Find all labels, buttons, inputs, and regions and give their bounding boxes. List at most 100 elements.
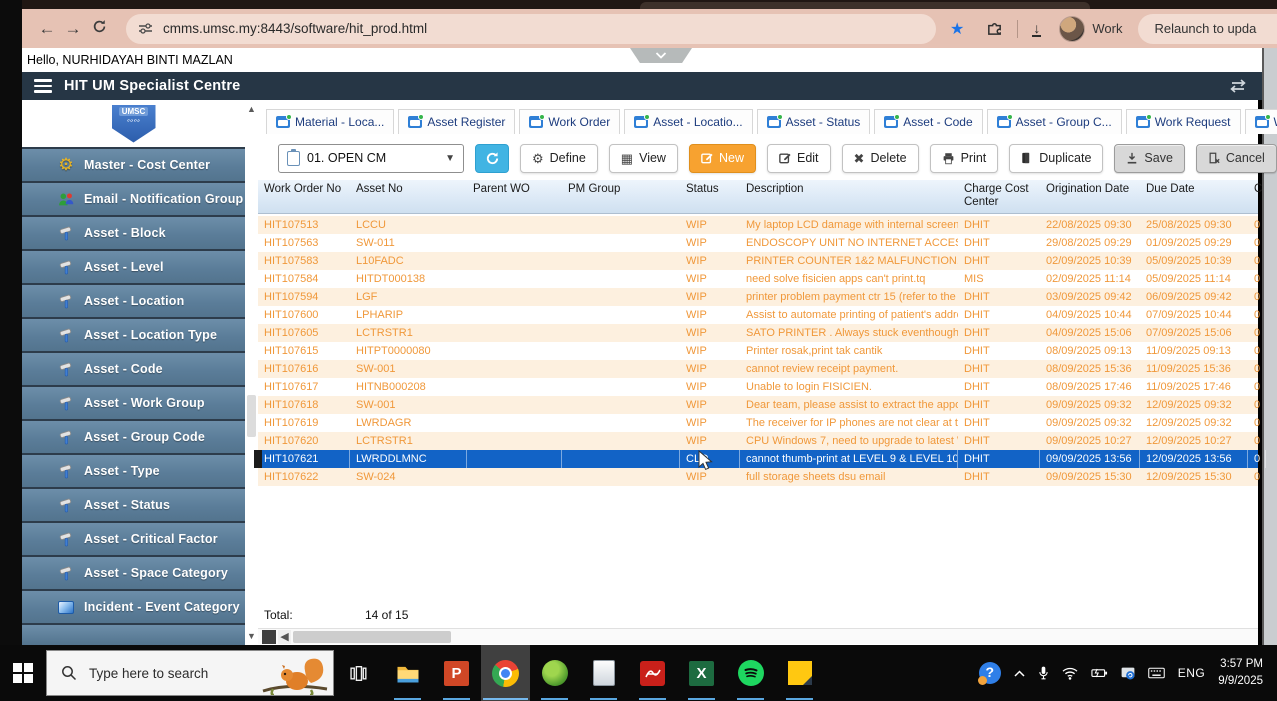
swap-arrows-icon[interactable]: [1228, 79, 1248, 93]
table-row-HIT107619[interactable]: HIT107619LWRDAGRWIPThe receiver for IP p…: [258, 414, 1258, 432]
column-header-asset-no[interactable]: Asset No: [350, 180, 467, 213]
wifi-icon[interactable]: [1062, 667, 1078, 680]
sidebar-item-asset-location-type[interactable]: Asset - Location Type: [22, 319, 245, 353]
sidebar-item-asset-work-group[interactable]: Asset - Work Group: [22, 387, 245, 421]
sidebar-item-asset-level[interactable]: Asset - Level: [22, 251, 245, 285]
table-row-HIT107621[interactable]: HIT107621LWRDDLMNCCLOcannot thumb-print …: [258, 450, 1258, 468]
acrobat-button[interactable]: [628, 645, 677, 701]
table-row-HIT107513[interactable]: HIT107513LCCUWIPMy laptop LCD damage wit…: [258, 216, 1258, 234]
touch-keyboard-icon[interactable]: [1148, 667, 1165, 679]
sidebar-item-asset-code[interactable]: Asset - Code: [22, 353, 245, 387]
back-icon[interactable]: ←: [34, 19, 60, 39]
tab-work-order[interactable]: Work Order: [519, 109, 620, 134]
site-info-icon[interactable]: [138, 22, 153, 35]
scroll-down-icon[interactable]: ▼: [245, 629, 258, 643]
powerpoint-button[interactable]: P: [432, 645, 481, 701]
filter-dropdown[interactable]: 01. OPEN CM ▼: [278, 144, 464, 173]
tab-work-order[interactable]: Work Order: [1245, 109, 1277, 134]
horizontal-scrollbar[interactable]: ◀: [258, 628, 1258, 644]
cancel-button[interactable]: Cancel: [1196, 144, 1277, 173]
tab-asset-register[interactable]: Asset Register: [398, 109, 515, 134]
sidebar-item-asset-space-category[interactable]: Asset - Space Category: [22, 557, 245, 591]
relaunch-button[interactable]: Relaunch to upda: [1138, 14, 1277, 44]
sidebar-item-incident-event-category[interactable]: Incident - Event Category: [22, 591, 245, 625]
sidebar-item-master-cost-center[interactable]: ⚙Master - Cost Center: [22, 149, 245, 183]
chrome-button[interactable]: [481, 645, 530, 701]
sidebar-item-asset-critical-factor[interactable]: Asset - Critical Factor: [22, 523, 245, 557]
tab-asset-locatio[interactable]: Asset - Locatio...: [624, 109, 752, 134]
download-icon[interactable]: ↓: [1032, 21, 1041, 37]
sidebar-item-asset-status[interactable]: Asset - Status: [22, 489, 245, 523]
print-button[interactable]: Print: [930, 144, 999, 173]
sticky-notes-button[interactable]: [775, 645, 824, 701]
tab-material-loca[interactable]: Material - Loca...: [266, 109, 394, 134]
tab-asset-code[interactable]: Asset - Code: [874, 109, 982, 134]
table-row-HIT107583[interactable]: HIT107583L10FADCWIPPRINTER COUNTER 1&2 M…: [258, 252, 1258, 270]
define-button[interactable]: ⚙Define: [520, 144, 598, 173]
task-view-button[interactable]: [334, 645, 383, 701]
table-row-HIT107615[interactable]: HIT107615HITPT0000080WIPPrinter rosak,pr…: [258, 342, 1258, 360]
column-header-c[interactable]: C: [1248, 180, 1266, 213]
tab-asset-status[interactable]: Asset - Status: [757, 109, 871, 134]
toad-button[interactable]: [530, 645, 579, 701]
sidebar-scrollbar[interactable]: ▲ ▼: [245, 100, 258, 645]
address-bar[interactable]: cmms.umsc.my:8443/software/hit_prod.html: [126, 14, 936, 44]
column-header-status[interactable]: Status: [680, 180, 740, 213]
tray-chevron-up-icon[interactable]: [1014, 670, 1025, 677]
taskbar-clock[interactable]: 3:57 PM 9/9/2025: [1218, 656, 1267, 689]
excel-button[interactable]: X: [677, 645, 726, 701]
bookmark-star-icon[interactable]: ★: [950, 19, 964, 39]
file-explorer-button[interactable]: [383, 645, 432, 701]
sidebar-item-asset-group-code[interactable]: Asset - Group Code: [22, 421, 245, 455]
microphone-icon[interactable]: [1038, 665, 1049, 681]
column-header-due-date[interactable]: Due Date: [1140, 180, 1248, 213]
view-button[interactable]: ▦View: [609, 144, 678, 173]
battery-icon[interactable]: [1091, 667, 1108, 679]
column-header-description[interactable]: Description: [740, 180, 958, 213]
table-row-HIT107584[interactable]: HIT107584HITDT000138WIPneed solve fisici…: [258, 270, 1258, 288]
horizontal-scroll-thumb[interactable]: [293, 631, 451, 643]
delete-button[interactable]: ✖Delete: [842, 144, 919, 173]
table-row-HIT107563[interactable]: HIT107563SW-011WIPENDOSCOPY UNIT NO INTE…: [258, 234, 1258, 252]
sidebar-item-asset-location[interactable]: Asset - Location: [22, 285, 245, 319]
table-row-HIT107618[interactable]: HIT107618SW-001WIPDear team, please assi…: [258, 396, 1258, 414]
sidebar-item-asset-type[interactable]: Asset - Type: [22, 455, 245, 489]
notepad-button[interactable]: [579, 645, 628, 701]
extensions-icon[interactable]: [986, 20, 1003, 37]
language-indicator[interactable]: ENG: [1178, 666, 1206, 680]
forward-icon[interactable]: →: [60, 19, 86, 39]
browser-active-tab[interactable]: [640, 2, 1090, 9]
tab-asset-group-c[interactable]: Asset - Group C...: [987, 109, 1122, 134]
table-row-HIT107594[interactable]: HIT107594LGFWIPprinter problem payment c…: [258, 288, 1258, 306]
column-header-pm-group[interactable]: PM Group: [562, 180, 680, 213]
column-header-charge-cost-center[interactable]: Charge Cost Center: [958, 180, 1040, 213]
table-row-HIT107605[interactable]: HIT107605LCTRSTR1WIPSATO PRINTER . Alway…: [258, 324, 1258, 342]
sidebar-item-asset-block[interactable]: Asset - Block: [22, 217, 245, 251]
table-row-HIT107600[interactable]: HIT107600LPHARIPWIPAssist to automate pr…: [258, 306, 1258, 324]
reload-icon[interactable]: [86, 19, 112, 39]
browser-profile-button[interactable]: Work: [1059, 16, 1122, 42]
refresh-button[interactable]: [475, 144, 509, 173]
help-icon[interactable]: ?: [979, 662, 1001, 684]
column-header-origination-date[interactable]: Origination Date: [1040, 180, 1140, 213]
table-row-HIT107616[interactable]: HIT107616SW-001WIPcannot review receipt …: [258, 360, 1258, 378]
table-row-HIT107620[interactable]: HIT107620LCTRSTR1WIPCPU Windows 7, need …: [258, 432, 1258, 450]
edit-button[interactable]: Edit: [767, 144, 831, 173]
save-button[interactable]: Save: [1114, 144, 1185, 173]
taskbar-search-input[interactable]: Type here to search: [46, 650, 334, 696]
display-settings-icon[interactable]: [1121, 666, 1135, 680]
pulldown-tab[interactable]: [630, 48, 692, 63]
sidebar-item-email-notification-group[interactable]: Email - Notification Group: [22, 183, 245, 217]
table-row-HIT107622[interactable]: HIT107622SW-024WIPfull storage sheets ds…: [258, 468, 1258, 486]
duplicate-button[interactable]: Duplicate: [1009, 144, 1103, 173]
table-row-HIT107617[interactable]: HIT107617HITNB000208WIPUnable to login F…: [258, 378, 1258, 396]
hamburger-menu-icon[interactable]: [34, 79, 52, 93]
column-header-work-order-no[interactable]: Work Order No: [258, 180, 350, 213]
new-button[interactable]: New: [689, 144, 756, 173]
start-button[interactable]: [0, 645, 46, 701]
spotify-button[interactable]: [726, 645, 775, 701]
tab-work-request[interactable]: Work Request: [1126, 109, 1241, 134]
column-header-parent-wo[interactable]: Parent WO: [467, 180, 562, 213]
sidebar-scroll-thumb[interactable]: [247, 395, 256, 437]
scroll-up-icon[interactable]: ▲: [245, 102, 258, 116]
